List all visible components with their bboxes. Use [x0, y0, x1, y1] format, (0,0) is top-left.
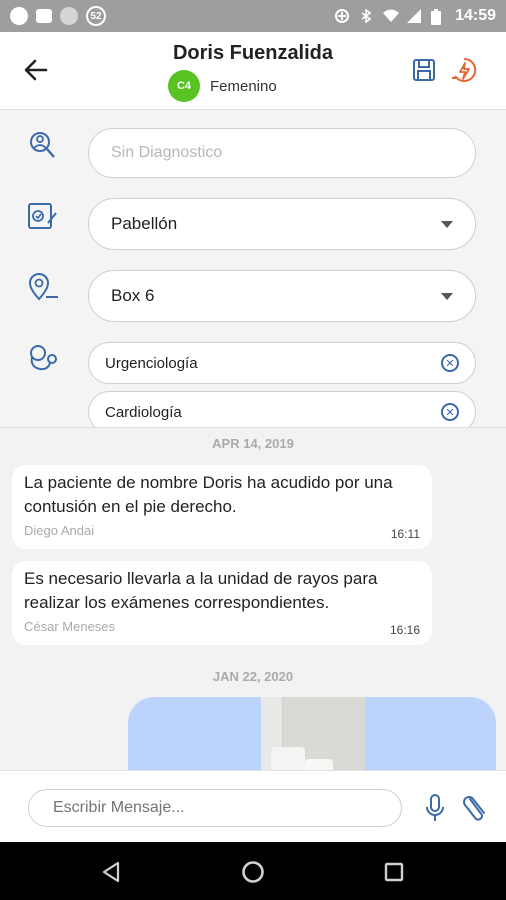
message-author: César Meneses: [24, 619, 116, 634]
category-badge: C4: [168, 70, 200, 102]
nav-home-icon[interactable]: [241, 860, 265, 884]
notification-count-badge: 52: [86, 6, 106, 26]
microphone-icon[interactable]: [424, 793, 446, 823]
outgoing-image-message[interactable]: [128, 697, 496, 770]
android-nav-bar: [0, 842, 506, 900]
stethoscope-icon: [26, 341, 60, 375]
message-input[interactable]: [28, 789, 402, 827]
specialty-chip: Urgenciología ✕: [88, 342, 476, 384]
specialty-label: Urgenciología: [105, 354, 198, 372]
box-select-value: Box 6: [111, 286, 155, 305]
clipboard-edit-icon: [26, 199, 60, 233]
chevron-down-icon: [441, 220, 453, 228]
save-icon[interactable]: [410, 56, 438, 84]
chat-message: La paciente de nombre Doris ha acudido p…: [12, 465, 432, 549]
remove-chip-icon[interactable]: ✕: [441, 354, 459, 372]
location-pin-icon: [26, 271, 60, 305]
bluetooth-icon: [359, 8, 373, 24]
patient-subtitle: C4 Femenino: [168, 70, 277, 102]
patient-form: Sin Diagnostico Pabellón Box 6 Urgenciol…: [0, 111, 506, 427]
message-text: Es necesario llevarla a la unidad de ray…: [24, 569, 378, 612]
app-notification-icon: [10, 7, 28, 25]
circle-notification-icon: [60, 7, 78, 25]
patient-header: Doris Fuenzalida C4 Femenino: [0, 32, 506, 110]
gender-label: Femenino: [210, 77, 277, 95]
attachment-clip-icon[interactable]: [462, 793, 490, 823]
search-person-icon: [26, 129, 60, 163]
wifi-icon: [383, 9, 400, 23]
nav-recents-icon[interactable]: [382, 860, 406, 884]
alert-bolt-icon[interactable]: [450, 56, 478, 84]
nav-back-icon[interactable]: [100, 860, 124, 884]
ward-select[interactable]: Pabellón: [88, 198, 476, 250]
chat-message: Es necesario llevarla a la unidad de ray…: [12, 561, 432, 645]
battery-icon: [431, 9, 445, 25]
message-author: Diego Andai: [24, 523, 95, 538]
chat-thread[interactable]: APR 14, 2019 La paciente de nombre Doris…: [0, 427, 506, 770]
specialty-label: Cardiología: [105, 403, 182, 421]
status-bar: 52 14:59: [0, 0, 506, 32]
box-select[interactable]: Box 6: [88, 270, 476, 322]
date-separator: APR 14, 2019: [212, 436, 294, 451]
message-text: La paciente de nombre Doris ha acudido p…: [24, 473, 393, 516]
message-time: 16:16: [389, 623, 420, 637]
sync-icon: [335, 9, 350, 23]
attached-photo[interactable]: [261, 697, 365, 770]
remove-chip-icon[interactable]: ✕: [441, 403, 459, 421]
image-notification-icon: [36, 9, 52, 23]
ward-select-value: Pabellón: [111, 214, 178, 233]
message-composer: [0, 770, 506, 842]
date-separator: JAN 22, 2020: [212, 669, 294, 684]
message-time: 16:11: [390, 527, 420, 541]
status-time: 14:59: [455, 7, 496, 24]
chevron-down-icon: [441, 292, 453, 300]
specialty-chip: Cardiología ✕: [88, 391, 476, 427]
signal-icon: [407, 9, 422, 23]
diagnosis-input[interactable]: Sin Diagnostico: [88, 128, 476, 178]
